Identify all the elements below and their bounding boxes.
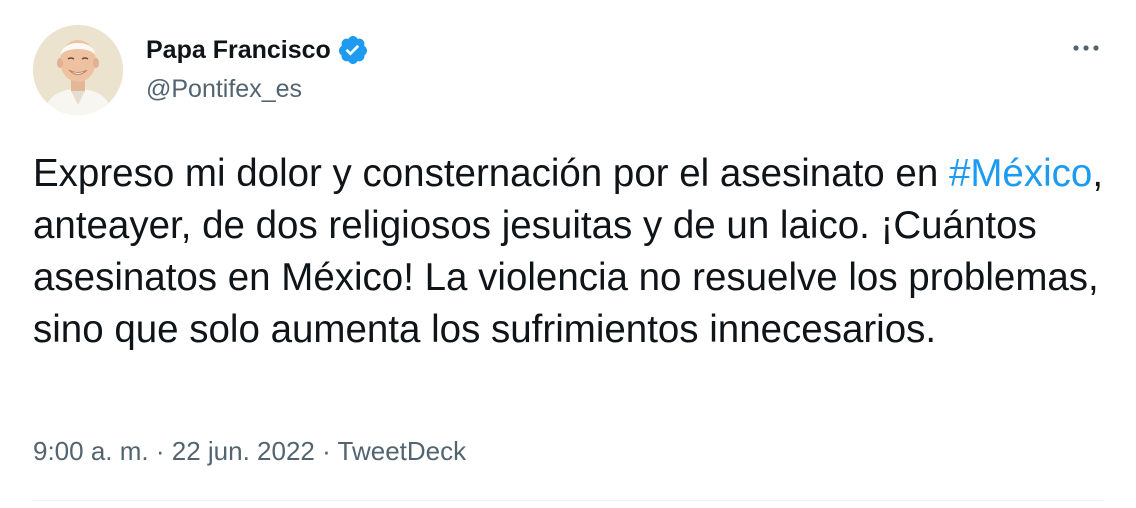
tweet-text-before: Expreso mi dolor y consternación por el … <box>33 152 949 195</box>
divider <box>33 500 1103 501</box>
avatar[interactable] <box>33 25 123 115</box>
tweet-text: Expreso mi dolor y consternación por el … <box>33 148 1108 356</box>
avatar-image <box>33 25 123 115</box>
hashtag-link[interactable]: #México <box>949 152 1092 195</box>
verified-badge-icon <box>337 34 369 66</box>
meta-separator: · <box>314 436 338 466</box>
tweet-source[interactable]: TweetDeck <box>338 436 467 466</box>
tweet-metadata: 9:00 a. m. · 22 jun. 2022 · TweetDeck <box>33 434 466 468</box>
more-options-button[interactable] <box>1070 40 1102 56</box>
author-name-text: Papa Francisco <box>146 36 331 64</box>
author-handle[interactable]: @Pontifex_es <box>146 74 302 104</box>
more-horizontal-icon <box>1073 45 1099 51</box>
author-display-name[interactable]: Papa Francisco <box>146 34 369 66</box>
tweet-card: Papa Francisco @Pontifex_es Expreso mi d… <box>0 0 1136 508</box>
tweet-time[interactable]: 9:00 a. m. <box>33 436 149 466</box>
tweet-date[interactable]: 22 jun. 2022 <box>172 436 315 466</box>
meta-separator: · <box>148 436 172 466</box>
